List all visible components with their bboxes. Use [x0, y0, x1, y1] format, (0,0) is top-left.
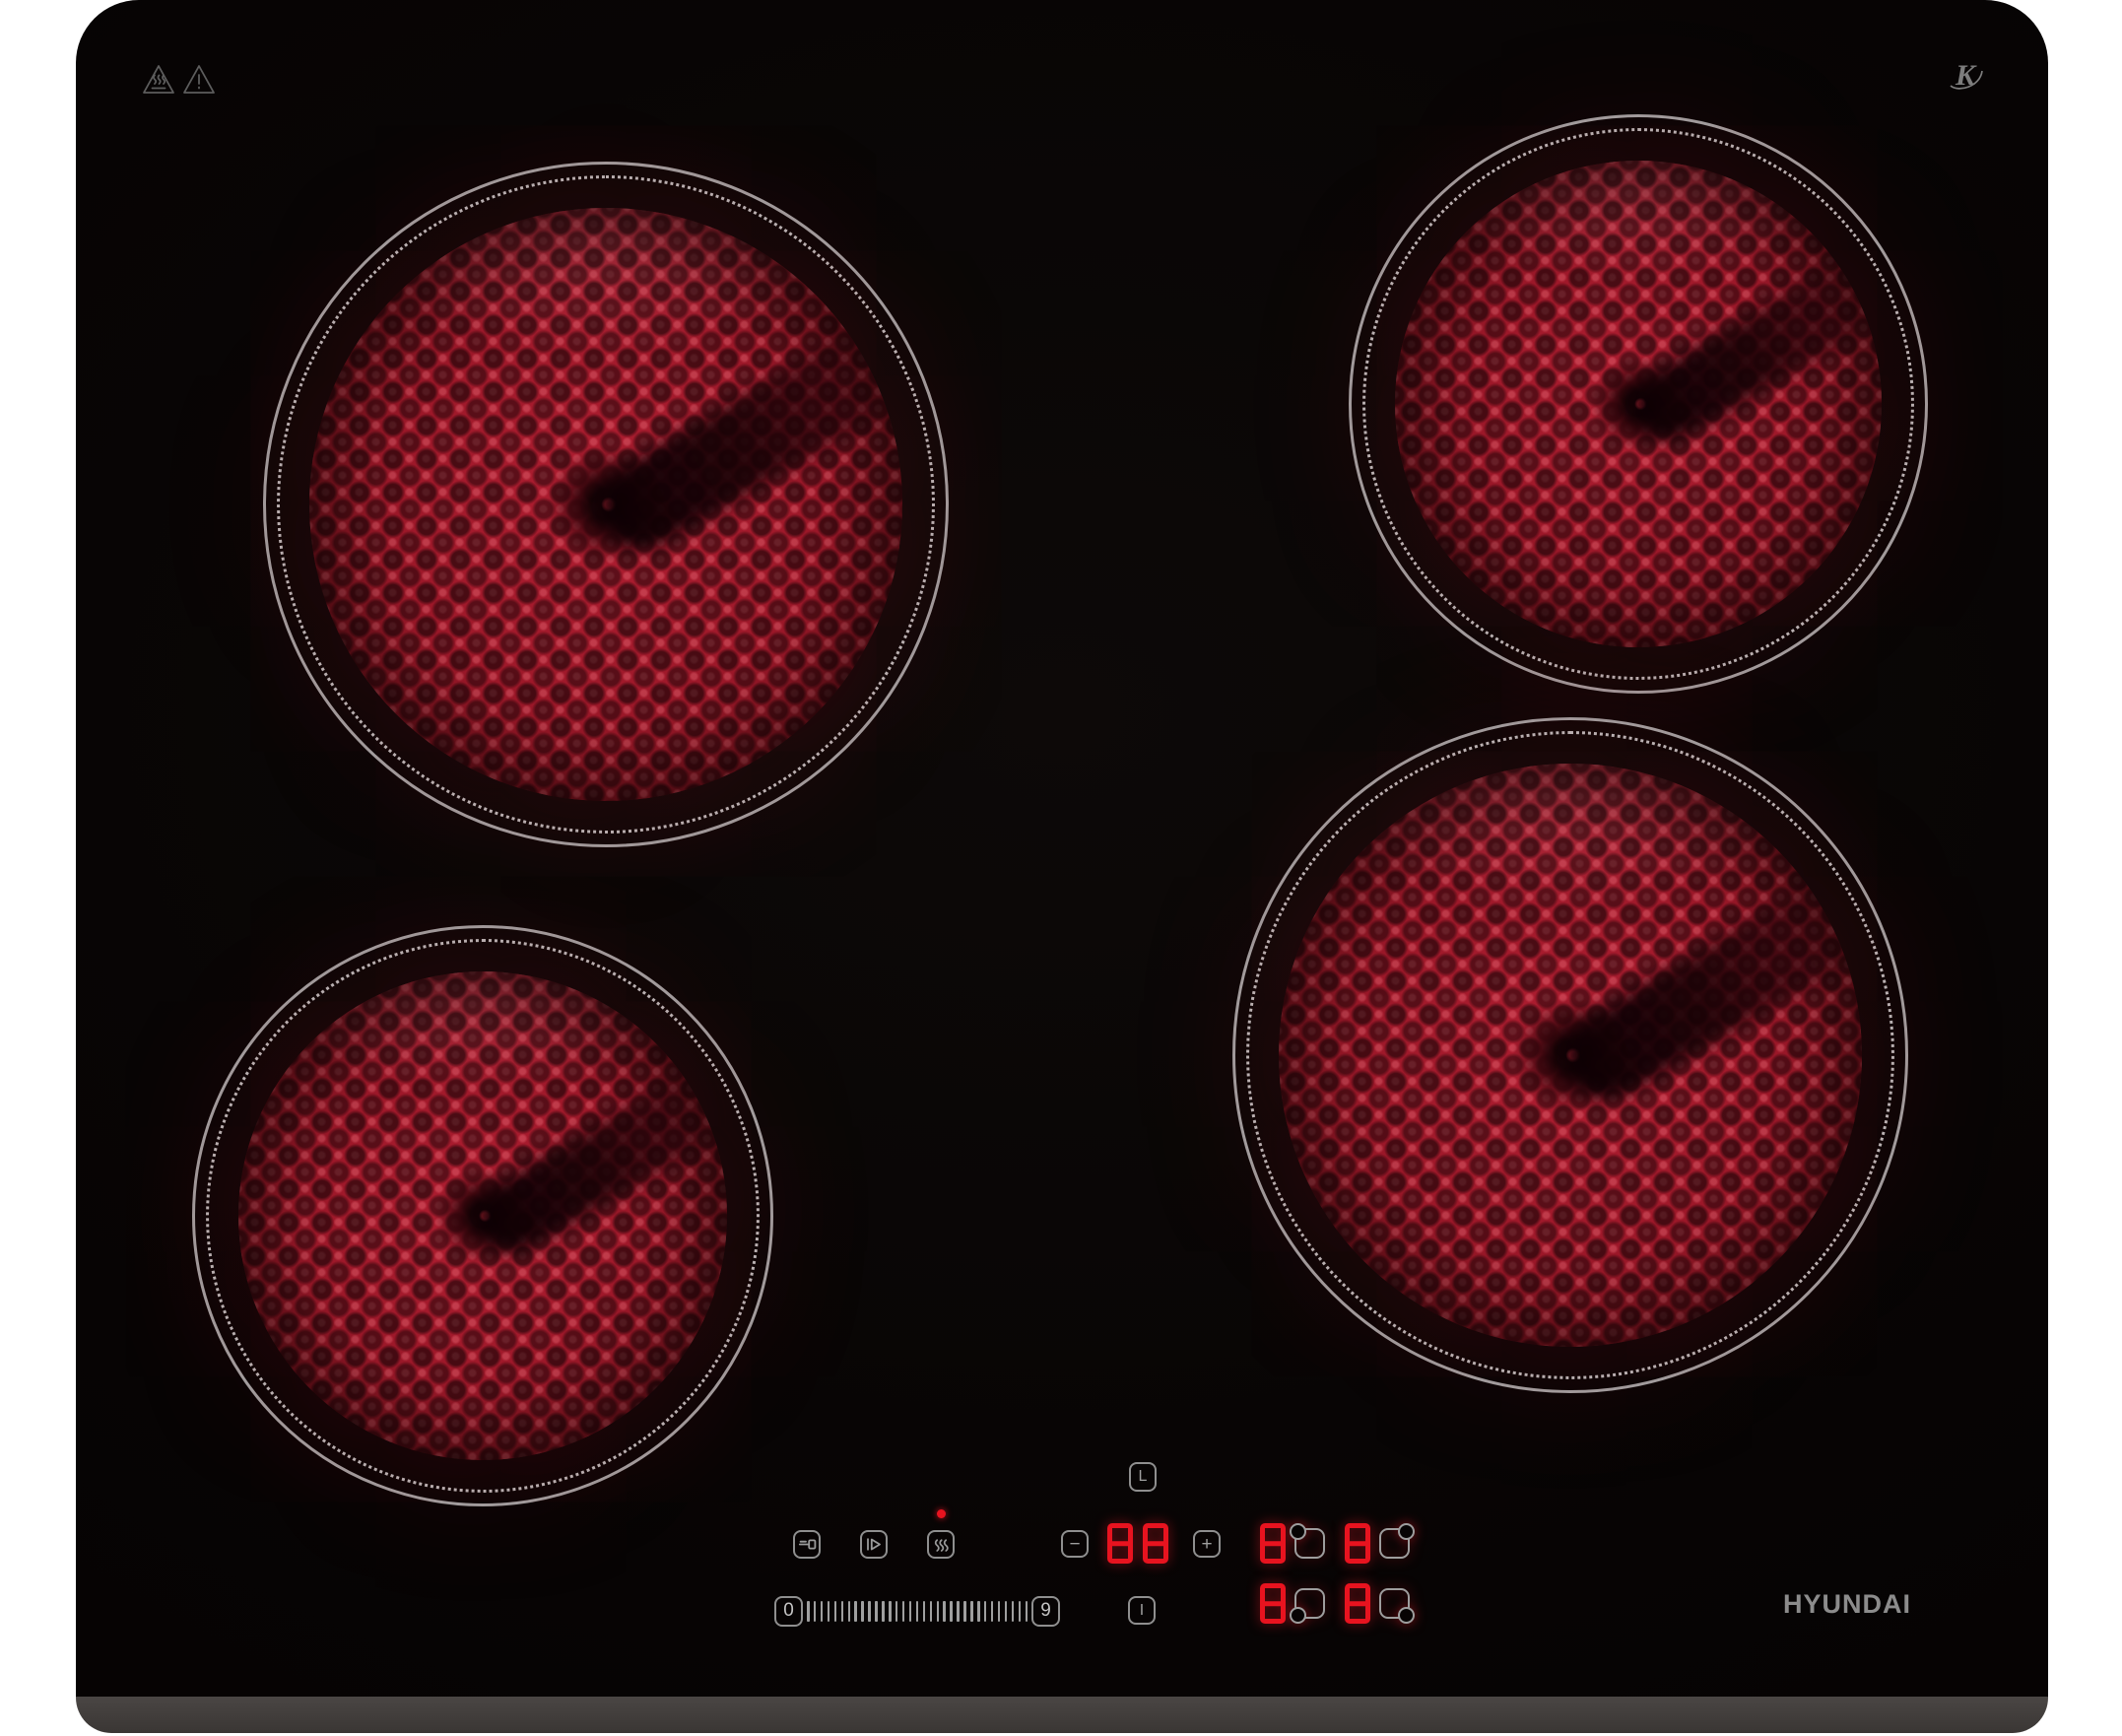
zone-digit — [1260, 1583, 1286, 1624]
zone-display-rear-left — [1260, 1523, 1325, 1564]
zone-rear-right-icon[interactable] — [1379, 1528, 1410, 1559]
k-certification-mark: K — [1947, 55, 1990, 100]
zone-dot — [1290, 1607, 1306, 1624]
k-swoosh-icon — [1947, 55, 1990, 100]
zone-front-left-icon[interactable] — [1294, 1588, 1325, 1619]
zone-front-right-icon[interactable] — [1379, 1588, 1410, 1619]
zone-rear-left-icon[interactable] — [1294, 1528, 1325, 1559]
zone-digit — [1345, 1523, 1370, 1564]
burner-heating-element — [1279, 764, 1862, 1347]
zone-dot — [1398, 1523, 1415, 1540]
hot-surface-warning-icon — [141, 62, 176, 99]
burner-rear-left — [263, 162, 949, 847]
timer-digits — [1107, 1523, 1168, 1564]
zone-display-front-right — [1345, 1583, 1410, 1624]
zone-display-rear-right — [1345, 1523, 1410, 1564]
plus-button[interactable]: + — [1193, 1530, 1221, 1558]
burner-front-left — [192, 925, 773, 1506]
front-trim-strip — [76, 1697, 2048, 1733]
pause-start-button[interactable] — [860, 1530, 888, 1559]
burner-heating-element — [309, 208, 902, 801]
heat-waves-icon — [933, 1536, 950, 1553]
zone-digit — [1345, 1583, 1370, 1624]
slider-min-key[interactable]: 0 — [774, 1596, 803, 1627]
on-off-bar-icon: I — [1140, 1603, 1144, 1619]
minus-button[interactable]: − — [1061, 1530, 1089, 1558]
slider-min-label: 0 — [783, 1600, 794, 1622]
child-lock-button[interactable] — [793, 1530, 821, 1559]
play-pause-icon — [865, 1537, 883, 1552]
power-button[interactable]: I — [1128, 1596, 1156, 1625]
slider-max-key[interactable]: 9 — [1031, 1596, 1060, 1627]
plus-icon: + — [1201, 1535, 1212, 1554]
zone-dot — [1398, 1607, 1415, 1624]
hyundai-logo: HYUNDAI — [1783, 1589, 1911, 1620]
caution-warning-icon — [181, 62, 217, 99]
timer-key-label: L — [1139, 1469, 1148, 1485]
zone-display-front-left — [1260, 1583, 1325, 1624]
zone-dot — [1290, 1523, 1306, 1540]
burner-rear-right — [1349, 114, 1928, 694]
minus-icon: − — [1069, 1535, 1080, 1554]
timer-display — [1107, 1523, 1168, 1564]
timer-key-button[interactable]: L — [1129, 1462, 1157, 1492]
burner-front-right — [1232, 717, 1908, 1393]
power-slider[interactable]: 0 9 — [774, 1595, 1060, 1627]
cooktop-product-image: K — [0, 0, 2122, 1736]
zone-digit — [1260, 1523, 1286, 1564]
slider-max-label: 9 — [1040, 1600, 1051, 1622]
burner-heating-element — [1395, 161, 1882, 647]
key-lock-icon — [798, 1537, 817, 1552]
keep-warm-indicator-dot — [937, 1509, 946, 1518]
burner-heating-element — [238, 971, 727, 1460]
slider-ticks[interactable] — [807, 1600, 1028, 1622]
keep-warm-button[interactable] — [927, 1530, 955, 1559]
